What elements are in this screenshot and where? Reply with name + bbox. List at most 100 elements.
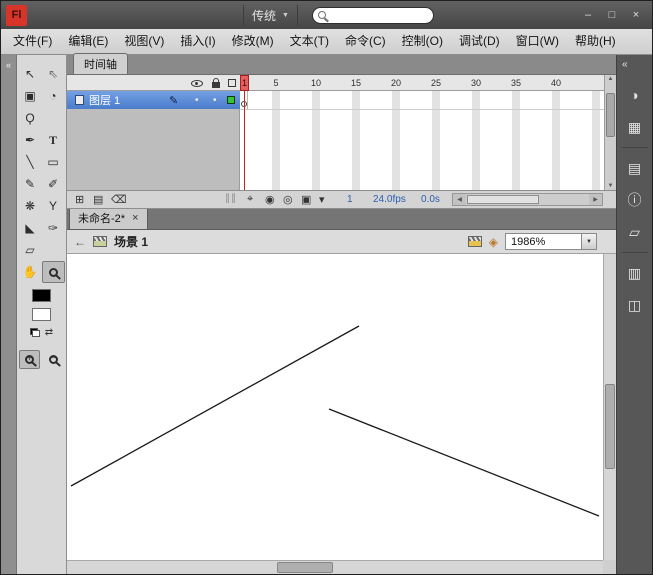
stroke-color-chip[interactable] — [32, 289, 51, 302]
timeline-vertical-scrollbar[interactable]: ▲ ▼ — [604, 75, 616, 190]
menu-insert[interactable]: 插入(I) — [172, 29, 223, 54]
document-close-icon[interactable]: × — [132, 212, 138, 224]
3d-rotation-tool[interactable]: ◔ — [42, 85, 65, 107]
menu-help[interactable]: 帮助(H) — [567, 29, 624, 54]
timeline-horizontal-scrollbar[interactable]: ◀ ▶ — [452, 193, 603, 206]
center-frame-button[interactable]: ⌖ — [247, 193, 253, 206]
menu-file[interactable]: 文件(F) — [5, 29, 60, 54]
menu-control[interactable]: 控制(O) — [394, 29, 451, 54]
text-tool[interactable]: T — [42, 129, 65, 151]
info-panel-icon[interactable]: ⓘ — [621, 188, 649, 212]
fill-color-chip[interactable] — [32, 308, 51, 321]
edit-scene-icon[interactable] — [467, 236, 482, 247]
zoom-tool[interactable] — [41, 261, 65, 283]
scroll-right-icon[interactable]: ▶ — [589, 194, 602, 205]
timeline-scroll-track[interactable] — [466, 194, 589, 205]
scroll-down-icon[interactable]: ▼ — [605, 183, 616, 189]
scroll-left-icon[interactable]: ◀ — [453, 194, 466, 205]
menu-commands[interactable]: 命令(C) — [337, 29, 394, 54]
subselection-tool[interactable]: ⇖ — [42, 63, 65, 85]
stage-zoom-combobox[interactable]: 1986% ▼ — [505, 233, 597, 250]
workspace-switcher[interactable]: 传统 ▼ — [243, 4, 298, 26]
menu-modify[interactable]: 修改(M) — [224, 29, 282, 54]
zoom-modifiers — [19, 350, 64, 369]
brush-tool[interactable]: ✐ — [42, 173, 65, 195]
color-panel-icon[interactable]: ◑ — [621, 83, 649, 107]
outline-layers-icon[interactable] — [228, 79, 236, 87]
zoom-out-icon — [49, 352, 58, 364]
new-folder-button[interactable]: ▤ — [93, 193, 103, 206]
timeline-horizontal-scroll-thumb[interactable] — [467, 195, 539, 204]
default-colors-icon[interactable] — [29, 328, 40, 337]
timeline-panel: 5 10 15 20 25 30 35 40 图层 1 ✎ • • 1 ▲ ▼ — [67, 75, 616, 191]
free-transform-tool[interactable]: ▣ — [19, 85, 42, 107]
maximize-button[interactable]: □ — [601, 7, 623, 23]
search-box[interactable] — [311, 6, 434, 24]
onion-skin-button[interactable]: ◉ — [265, 193, 275, 206]
eyedropper-tool[interactable]: ✑ — [42, 217, 65, 239]
frames-grid[interactable] — [240, 91, 604, 190]
new-layer-button[interactable]: ⊞ — [75, 193, 84, 206]
frame-rate-indicator[interactable]: 24.0fps — [373, 194, 406, 205]
onion-skin-outlines-button[interactable]: ◎ — [283, 193, 293, 206]
timeline-header[interactable]: 5 10 15 20 25 30 35 40 — [67, 75, 604, 91]
layer-lock-dot[interactable]: • — [213, 95, 217, 106]
back-arrow-icon[interactable]: ← — [74, 235, 86, 249]
stage-drawing[interactable] — [67, 254, 603, 560]
edit-symbols-icon[interactable]: ◈ — [489, 235, 498, 249]
layer-outline-color-swatch[interactable] — [227, 96, 235, 104]
stage-vertical-scrollbar[interactable] — [603, 254, 616, 560]
layer-name[interactable]: 图层 1 — [89, 92, 120, 108]
swap-colors-icon[interactable]: ⇄ — [45, 327, 53, 338]
menu-view[interactable]: 视图(V) — [116, 29, 172, 54]
deco-tool[interactable]: ❋ — [19, 195, 42, 217]
pen-tool[interactable]: ✒ — [19, 129, 42, 151]
menu-edit[interactable]: 编辑(E) — [60, 29, 116, 54]
playhead-marker[interactable]: 1 — [240, 75, 249, 91]
transform-panel-icon[interactable]: ▱ — [621, 220, 649, 244]
timeline-layer-row[interactable]: 图层 1 ✎ • • — [67, 91, 240, 109]
menu-text[interactable]: 文本(T) — [282, 29, 337, 54]
stage-vertical-scroll-thumb[interactable] — [605, 384, 615, 469]
pencil-tool[interactable]: ✎ — [19, 173, 42, 195]
document-tab[interactable]: 未命名-2* × — [69, 206, 148, 229]
close-button[interactable]: × — [625, 7, 647, 23]
library-panel-icon[interactable]: ▥ — [621, 261, 649, 285]
content-area: « ↖ ⇖ ▣ ◔ Ϙ ✒ T ╲ ▭ ✎ ✐ ❋ Y ◣ ✑ ▱ ✋ ⇄ + … — [1, 53, 652, 574]
menu-window[interactable]: 窗口(W) — [508, 29, 567, 54]
zoom-dropdown-button[interactable]: ▼ — [581, 234, 596, 249]
timeline-tab[interactable]: 时间轴 — [73, 53, 128, 74]
search-input[interactable] — [329, 9, 420, 21]
stage-horizontal-scrollbar[interactable] — [67, 560, 603, 574]
hand-tool[interactable]: ✋ — [19, 261, 42, 283]
delete-layer-button[interactable]: ⌫ — [111, 193, 127, 206]
components-panel-icon[interactable]: ◫ — [621, 293, 649, 317]
lasso-tool[interactable]: Ϙ — [19, 107, 42, 129]
timeline-vertical-scroll-thumb[interactable] — [606, 93, 615, 137]
collapse-right-icon[interactable]: « — [622, 59, 628, 75]
minimize-button[interactable]: – — [577, 7, 599, 23]
swatches-panel-icon[interactable]: ▦ — [621, 115, 649, 139]
stage-zoom-value[interactable]: 1986% — [506, 236, 581, 248]
lock-layers-icon[interactable] — [212, 78, 220, 88]
line-tool[interactable]: ╲ — [19, 151, 42, 173]
stage-horizontal-scroll-thumb[interactable] — [277, 562, 333, 573]
menu-debug[interactable]: 调试(D) — [451, 29, 508, 54]
selection-tool[interactable]: ↖ — [19, 63, 42, 85]
modify-markers-button[interactable]: ▾ — [319, 193, 325, 206]
show-hide-layers-icon[interactable] — [191, 80, 203, 87]
align-panel-icon[interactable]: ▤ — [621, 156, 649, 180]
scene-name-label[interactable]: 场景 1 — [114, 233, 148, 250]
stage-canvas[interactable] — [67, 254, 616, 574]
rectangle-tool[interactable]: ▭ — [42, 151, 65, 173]
zoom-out-modifier-button[interactable] — [43, 350, 64, 369]
document-tab-bar: 未命名-2* × — [67, 206, 616, 230]
zoom-in-modifier-button[interactable] — [19, 350, 40, 369]
paint-bucket-tool[interactable]: ◣ — [19, 217, 42, 239]
bone-tool[interactable]: Y — [42, 195, 65, 217]
layer-visibility-dot[interactable]: • — [195, 95, 199, 106]
eraser-tool[interactable]: ▱ — [19, 239, 42, 261]
scroll-up-icon[interactable]: ▲ — [605, 76, 616, 82]
edit-multiple-frames-button[interactable]: ▣ — [301, 193, 311, 206]
collapse-left-icon[interactable]: « — [6, 60, 11, 70]
